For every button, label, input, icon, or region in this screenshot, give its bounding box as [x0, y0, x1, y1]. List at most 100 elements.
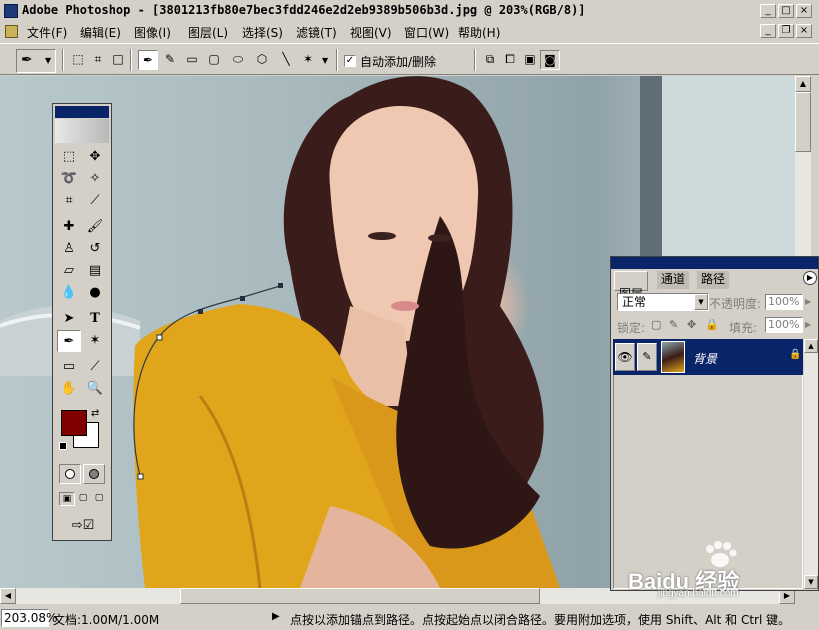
separator	[474, 49, 476, 71]
fill-input[interactable]: 100%	[765, 317, 803, 333]
full-screen-menu-mode-icon[interactable]: ▢	[75, 492, 91, 506]
swap-colors-icon[interactable]: ⇄	[91, 408, 99, 419]
doc-close-button[interactable]: ×	[796, 24, 812, 38]
crop-tool-icon[interactable]: ⌗	[57, 190, 81, 212]
eyedropper-tool-icon[interactable]: ⟋	[83, 356, 107, 378]
menu-layer[interactable]: 图层(L)	[188, 24, 228, 41]
move-tool-icon[interactable]: ✥	[83, 146, 107, 168]
opacity-slider-icon[interactable]: ▶	[805, 297, 811, 306]
slice-tool-icon[interactable]: ⟋	[83, 190, 107, 212]
path-add-icon[interactable]: ⧉	[480, 50, 500, 70]
paths-mode-icon[interactable]: ⌗	[88, 50, 108, 70]
fill-pixels-icon[interactable]: □	[108, 50, 128, 70]
layer-name[interactable]: 背景	[693, 350, 717, 367]
doc-restore-button[interactable]: ❐	[778, 24, 794, 38]
scroll-left-icon[interactable]: ◀	[0, 588, 16, 604]
menu-view[interactable]: 视图(V)	[350, 24, 392, 41]
full-screen-mode-icon[interactable]: ▢	[91, 492, 107, 506]
ellipse-icon[interactable]: ⬭	[228, 50, 248, 70]
lock-image-icon[interactable]: ✎	[669, 318, 678, 331]
lock-transparency-icon[interactable]: ▢	[651, 318, 661, 331]
standard-mode-icon[interactable]	[59, 464, 81, 484]
auto-add-delete-checkbox[interactable]: ✓	[344, 55, 356, 67]
chevron-down-icon[interactable]: ▼	[694, 294, 708, 310]
tool-hint-text: 点按以添加锚点到路径。点按起始点以闭合路径。要用附加选项，使用 Shift、Al…	[290, 613, 791, 627]
scroll-up-icon[interactable]: ▲	[804, 339, 818, 353]
pen-tool-icon[interactable]: ✒	[57, 330, 81, 352]
jump-to-imageready-icon[interactable]: ⇨☑	[59, 516, 107, 536]
tab-paths[interactable]: 路径	[697, 271, 730, 289]
feather-logo-icon[interactable]	[55, 119, 109, 143]
eye-visibility-icon[interactable]: 👁	[615, 343, 635, 371]
eraser-tool-icon[interactable]: ▱	[57, 260, 81, 282]
healing-brush-tool-icon[interactable]: ✚	[57, 216, 81, 238]
doc-minimize-button[interactable]: _	[760, 24, 776, 38]
fill-slider-icon[interactable]: ▶	[805, 320, 811, 329]
clone-stamp-tool-icon[interactable]: ♙	[57, 238, 81, 260]
opacity-input[interactable]: 100%	[765, 294, 803, 310]
custom-shape-tool-icon[interactable]: ✶	[83, 330, 107, 352]
geometry-options-icon[interactable]: ▼	[322, 56, 328, 65]
rectangle-icon[interactable]: ▭	[182, 50, 202, 70]
menu-select[interactable]: 选择(S)	[242, 24, 283, 41]
brush-link-icon[interactable]: ✎	[637, 343, 657, 371]
gradient-tool-icon[interactable]: ▤	[83, 260, 107, 282]
close-button[interactable]: ×	[796, 4, 812, 18]
scroll-down-icon[interactable]: ▼	[804, 575, 818, 589]
foreground-color-swatch[interactable]	[61, 410, 87, 436]
tool-preset-picker[interactable]: ✒ ▼	[16, 49, 56, 73]
lock-position-icon[interactable]: ✥	[687, 318, 696, 331]
lasso-tool-icon[interactable]: ➰	[57, 168, 81, 190]
zoom-tool-icon[interactable]: 🔍	[83, 378, 107, 400]
line-icon[interactable]: ╲	[276, 50, 296, 70]
minimize-button[interactable]: _	[760, 4, 776, 18]
menu-file[interactable]: 文件(F)	[27, 24, 67, 41]
custom-shape-icon[interactable]: ✶	[298, 50, 318, 70]
quick-mask-mode-icon[interactable]	[83, 464, 105, 484]
menu-edit[interactable]: 编辑(E)	[80, 24, 121, 41]
default-colors-icon[interactable]	[59, 442, 67, 450]
path-intersect-icon[interactable]: ▣	[520, 50, 540, 70]
scroll-thumb[interactable]	[795, 92, 811, 152]
hscroll-thumb[interactable]	[180, 588, 540, 604]
standard-screen-mode-icon[interactable]: ▣	[59, 492, 75, 506]
panel-menu-icon[interactable]: ▶	[803, 271, 817, 285]
shape-layers-icon[interactable]: ⬚	[68, 50, 88, 70]
brush-tool-icon[interactable]: 🖌	[83, 216, 107, 238]
menu-window[interactable]: 窗口(W)	[404, 24, 449, 41]
lock-all-icon[interactable]: 🔒	[705, 318, 719, 331]
polygon-icon[interactable]: ⬡	[252, 50, 272, 70]
marquee-tool-icon[interactable]: ⬚	[57, 146, 81, 168]
document-size[interactable]: 文档:1.00M/1.00M	[53, 611, 159, 628]
scroll-up-icon[interactable]: ▲	[795, 76, 811, 92]
opacity-label: 不透明度:	[709, 297, 762, 311]
dodge-tool-icon[interactable]: ●	[83, 282, 107, 304]
magic-wand-tool-icon[interactable]: ✧	[83, 168, 107, 190]
layer-thumbnail[interactable]	[661, 341, 685, 373]
path-selection-tool-icon[interactable]: ➤	[57, 308, 81, 330]
tab-layers-wrap[interactable]: 图层	[614, 271, 649, 301]
tab-channels[interactable]: 通道	[657, 271, 690, 289]
rounded-rectangle-icon[interactable]: ▢	[204, 50, 224, 70]
document-icon[interactable]	[5, 25, 18, 38]
freeform-pen-icon[interactable]: ✎	[160, 50, 180, 70]
history-brush-tool-icon[interactable]: ↺	[83, 238, 107, 260]
layers-scrollbar[interactable]: ▲ ▼	[804, 339, 818, 589]
zoom-level-input[interactable]: 203.08%	[1, 609, 57, 627]
maximize-button[interactable]: □	[778, 4, 794, 18]
hand-tool-icon[interactable]: ✋	[57, 378, 81, 400]
blend-mode-select[interactable]: 正常 ▼	[617, 293, 709, 311]
status-menu-arrow-icon[interactable]: ▶	[272, 611, 280, 622]
toolbox-title-bar[interactable]	[55, 106, 109, 118]
pen-icon[interactable]: ✒	[138, 50, 158, 70]
notes-tool-icon[interactable]: ▭	[57, 356, 81, 378]
layers-panel-title-bar[interactable]	[611, 257, 818, 269]
menu-help[interactable]: 帮助(H)	[458, 24, 500, 41]
path-subtract-icon[interactable]: ⧠	[500, 50, 520, 70]
menu-filter[interactable]: 滤镜(T)	[296, 24, 337, 41]
layer-row-background[interactable]: 👁 ✎ 背景 🔒	[613, 339, 803, 375]
path-exclude-icon[interactable]: ◙	[540, 50, 560, 70]
type-tool-icon[interactable]: T	[83, 308, 107, 330]
menu-image[interactable]: 图像(I)	[134, 24, 171, 41]
blur-tool-icon[interactable]: 💧	[57, 282, 81, 304]
